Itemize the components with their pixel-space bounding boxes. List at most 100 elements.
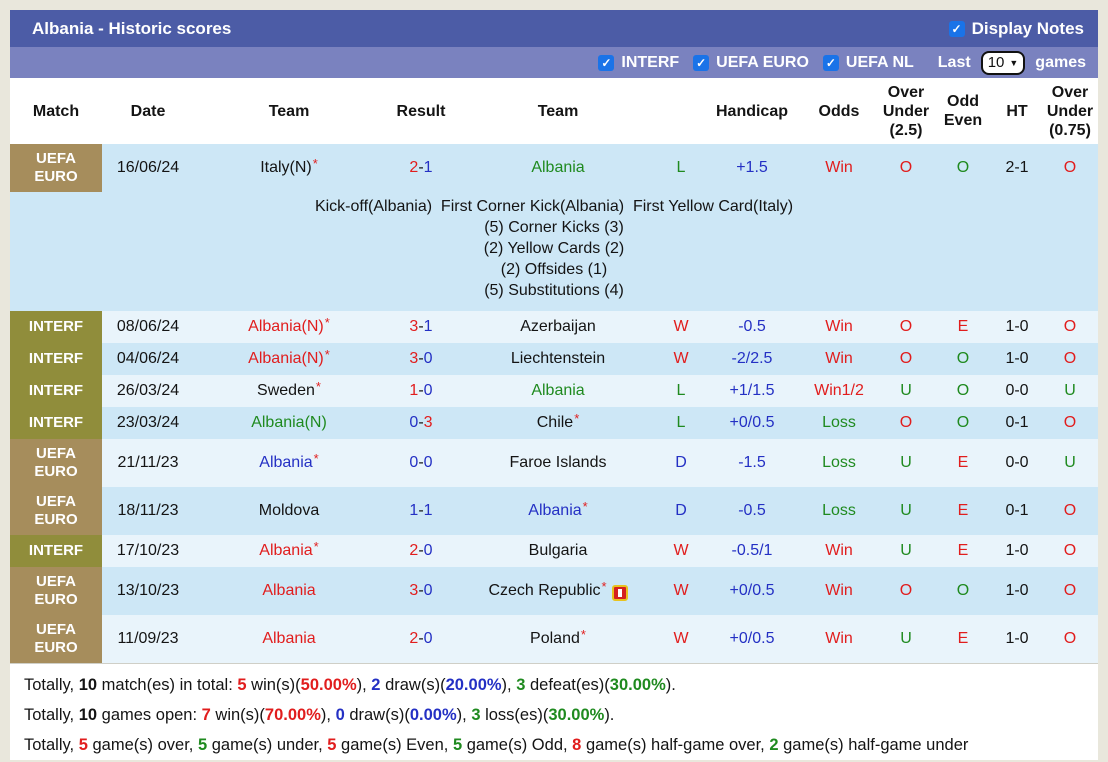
home-team: Albania bbox=[194, 615, 384, 663]
competition-checkbox[interactable]: ✓ bbox=[822, 54, 839, 71]
match-date: 11/09/23 bbox=[102, 615, 194, 663]
odds-result: Win1/2 bbox=[800, 375, 878, 407]
over-under-075: O bbox=[1042, 144, 1098, 192]
column-header: HT bbox=[1006, 102, 1028, 120]
star-icon: * bbox=[312, 155, 318, 171]
odds-result: Win bbox=[800, 567, 878, 615]
odd-even: E bbox=[934, 311, 992, 343]
half-time-score: 1-0 bbox=[992, 343, 1042, 375]
handicap-value: -1.5 bbox=[704, 439, 800, 487]
chevron-down-icon: ▼ bbox=[1009, 57, 1019, 68]
half-time-score: 0-1 bbox=[992, 407, 1042, 439]
over-under-25: U bbox=[878, 439, 934, 487]
column-header: Odd Even bbox=[943, 93, 983, 129]
half-time-score: 0-0 bbox=[992, 375, 1042, 407]
match-date: 21/11/23 bbox=[102, 439, 194, 487]
column-header: Match bbox=[32, 102, 80, 120]
match-result: 2-1 bbox=[384, 144, 458, 192]
table-row: UEFA EURO 21/11/23 Albania * 0-0 Faroe Island… bbox=[10, 439, 1098, 487]
handicap-value: -2/2.5 bbox=[704, 343, 800, 375]
odds-result: Win bbox=[800, 311, 878, 343]
competition-checkbox[interactable]: ✓ bbox=[598, 54, 615, 71]
team-name: Moldova bbox=[258, 502, 320, 519]
table-row: INTERF 08/06/24 Albania(N) * 3-1 Azerbaijan W -… bbox=[10, 311, 1098, 343]
over-under-25: O bbox=[878, 343, 934, 375]
handicap-value: -0.5/1 bbox=[704, 535, 800, 567]
competition-label: INTERF bbox=[621, 53, 680, 71]
wdl-indicator: D bbox=[658, 439, 704, 487]
wdl-indicator: L bbox=[658, 375, 704, 407]
star-icon: * bbox=[324, 314, 330, 330]
match-type-label: UEFA EURO bbox=[10, 439, 102, 487]
team-name: Albania(N) bbox=[248, 318, 324, 335]
competition-label: UEFA NL bbox=[845, 53, 914, 71]
table-header-row: Match Date Team Result Team Handicap Odds Over … bbox=[10, 78, 1098, 144]
star-icon: * bbox=[313, 450, 319, 466]
half-time-score: 0-0 bbox=[992, 439, 1042, 487]
half-time-score: 1-0 bbox=[992, 615, 1042, 663]
match-type-label: INTERF bbox=[10, 343, 102, 375]
match-result: 0-0 bbox=[384, 439, 458, 487]
odd-even: E bbox=[934, 439, 992, 487]
handicap-value: +0/0.5 bbox=[704, 567, 800, 615]
home-team: Sweden * bbox=[194, 375, 384, 407]
competition-label: UEFA EURO bbox=[716, 53, 809, 71]
over-under-25: U bbox=[878, 375, 934, 407]
match-result: 2-0 bbox=[384, 535, 458, 567]
over-under-25: U bbox=[878, 535, 934, 567]
team-name: Azerbaijan bbox=[520, 318, 596, 335]
table-row: INTERF 23/03/24 Albania(N) 0-3 Chile * L +0/0.5… bbox=[10, 407, 1098, 439]
half-time-score: 2-1 bbox=[992, 144, 1042, 192]
team-name: Albania bbox=[262, 582, 316, 599]
half-time-score: 1-0 bbox=[992, 535, 1042, 567]
match-result: 1-1 bbox=[384, 487, 458, 535]
over-under-25: O bbox=[878, 311, 934, 343]
match-result: 3-0 bbox=[384, 343, 458, 375]
away-team: Albania * bbox=[458, 487, 658, 535]
column-header: Over Under (2.5) bbox=[882, 83, 930, 139]
summary-line: Totally, 10 games open: 7 win(s)(70.00%)… bbox=[24, 706, 615, 724]
match-type-label: UEFA EURO bbox=[10, 567, 102, 615]
display-notes-label: Display Notes bbox=[971, 18, 1084, 38]
summary-line: Totally, 10 match(es) in total: 5 win(s)… bbox=[24, 676, 676, 694]
handicap-value: +1/1.5 bbox=[704, 375, 800, 407]
display-notes-checkbox[interactable]: ✓ bbox=[948, 20, 965, 37]
handicap-value: -0.5 bbox=[704, 487, 800, 535]
away-team: Bulgaria bbox=[458, 535, 658, 567]
home-team: Albania(N) * bbox=[194, 343, 384, 375]
star-icon: * bbox=[601, 578, 607, 594]
over-under-25: O bbox=[878, 567, 934, 615]
team-name: Albania(N) bbox=[248, 350, 324, 367]
wdl-indicator: W bbox=[658, 311, 704, 343]
away-team: Albania bbox=[458, 144, 658, 192]
last-games-select[interactable]: 10 ▼ bbox=[980, 50, 1026, 75]
odd-even: O bbox=[934, 407, 992, 439]
odd-even: O bbox=[934, 343, 992, 375]
table-row: INTERF 04/06/24 Albania(N) * 3-0 Liechtenstei… bbox=[10, 343, 1098, 375]
half-time-score: 1-0 bbox=[992, 311, 1042, 343]
historic-scores-widget: Albania - Historic scores ✓ Display Note… bbox=[10, 10, 1098, 760]
wdl-indicator: L bbox=[658, 144, 704, 192]
star-icon: * bbox=[315, 378, 321, 394]
match-date: 16/06/24 bbox=[102, 144, 194, 192]
match-result: 3-0 bbox=[384, 567, 458, 615]
over-under-075: U bbox=[1042, 375, 1098, 407]
odds-result: Win bbox=[800, 615, 878, 663]
home-team: Albania * bbox=[194, 439, 384, 487]
match-date: 17/10/23 bbox=[102, 535, 194, 567]
star-icon: * bbox=[324, 346, 330, 362]
odds-result: Loss bbox=[800, 487, 878, 535]
match-type-label: UEFA EURO bbox=[10, 487, 102, 535]
competition-filters: ✓ INTERF ✓ UEFA EURO ✓ UEFA NL bbox=[598, 54, 927, 72]
competition-checkbox[interactable]: ✓ bbox=[693, 54, 710, 71]
match-type-label: INTERF bbox=[10, 375, 102, 407]
team-name: Liechtenstein bbox=[510, 350, 606, 367]
match-type-label: INTERF bbox=[10, 311, 102, 343]
column-header: Team bbox=[537, 102, 579, 120]
wdl-indicator: W bbox=[658, 535, 704, 567]
match-result: 2-0 bbox=[384, 615, 458, 663]
match-result: 1-0 bbox=[384, 375, 458, 407]
team-name: Albania bbox=[531, 382, 585, 399]
match-result: 0-3 bbox=[384, 407, 458, 439]
odds-result: Loss bbox=[800, 407, 878, 439]
